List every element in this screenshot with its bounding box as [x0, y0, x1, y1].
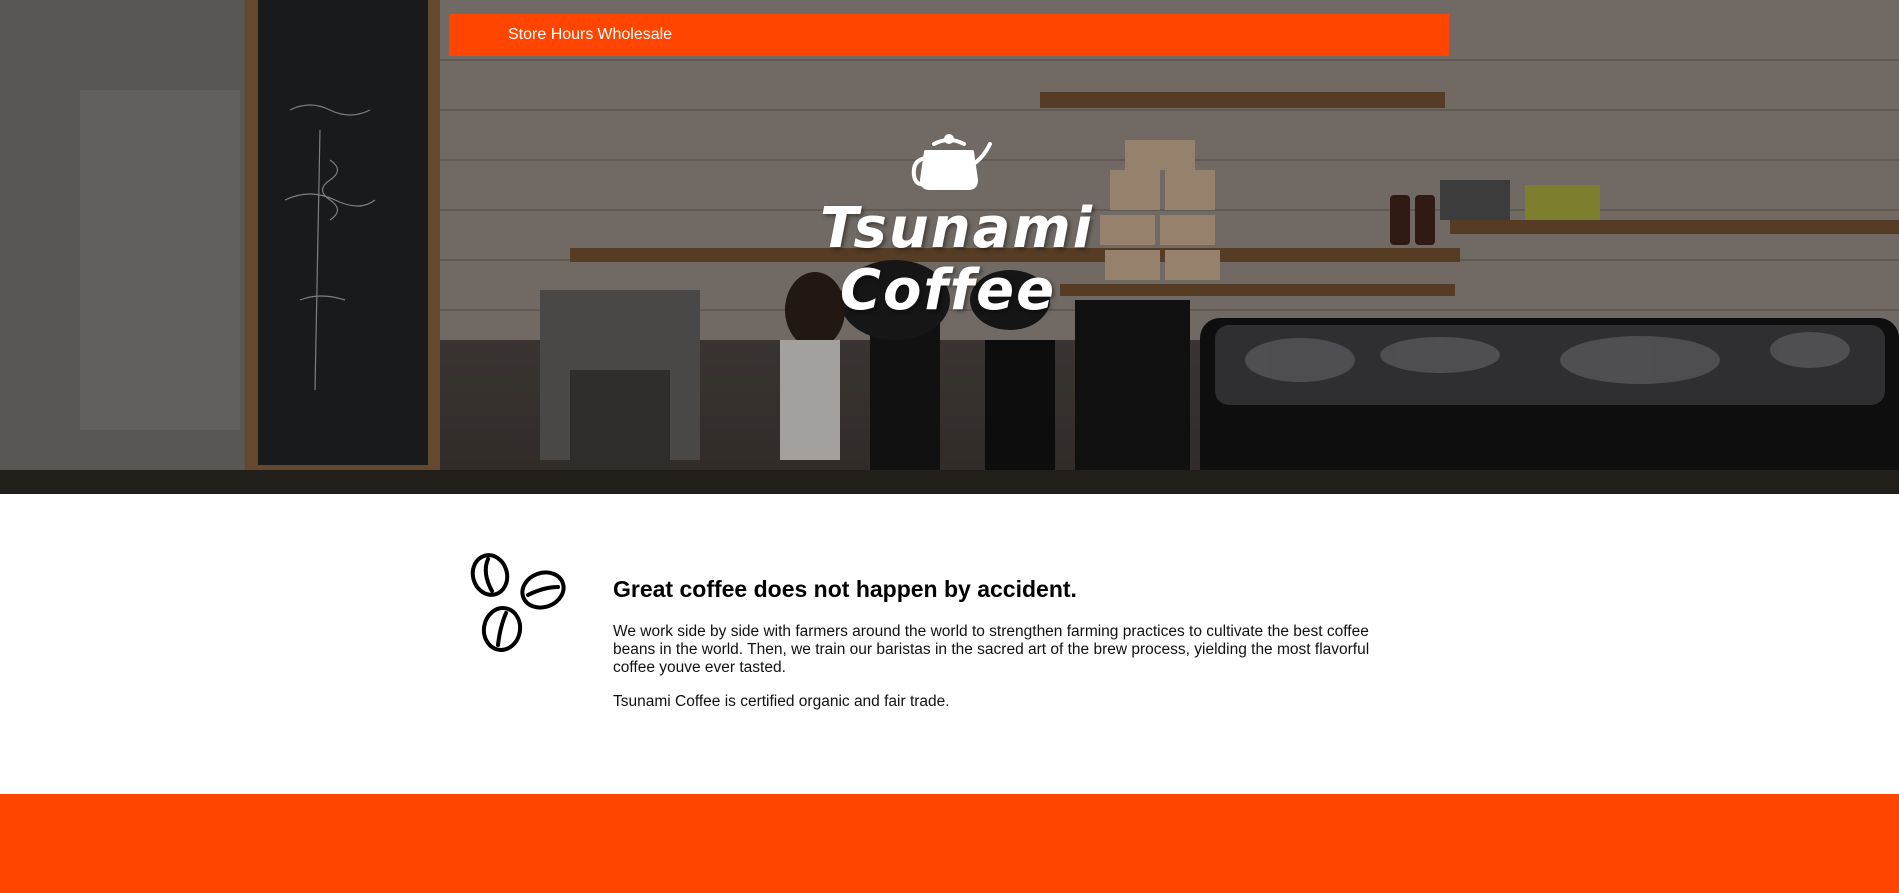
footer-band	[0, 794, 1899, 893]
intro-heading: Great coffee does not happen by accident…	[613, 576, 1077, 602]
intro-paragraph-certified: Tsunami Coffee is certified organic and …	[613, 693, 950, 710]
hero-banner: Store Hours Wholesale Tsunami Coffee	[0, 0, 1899, 494]
nav-link-wholesale[interactable]: Wholesale	[597, 26, 672, 44]
brand-title-line1: Tsunami	[820, 196, 1094, 261]
coffee-beans-icon	[470, 553, 566, 652]
nav-link-store-hours[interactable]: Store Hours	[508, 26, 593, 44]
intro-text: Great coffee does not happen by accident…	[613, 576, 1403, 727]
intro-section: Great coffee does not happen by accident…	[0, 494, 1899, 794]
brand-title-line2: Coffee	[839, 258, 1057, 323]
top-nav: Store Hours Wholesale	[449, 14, 1449, 56]
intro-paragraph: We work side by side with farmers around…	[613, 623, 1370, 676]
kettle-icon	[911, 134, 992, 190]
brand-title: Tsunami Coffee	[820, 196, 1094, 323]
brand-logo: Tsunami Coffee	[820, 130, 1094, 323]
